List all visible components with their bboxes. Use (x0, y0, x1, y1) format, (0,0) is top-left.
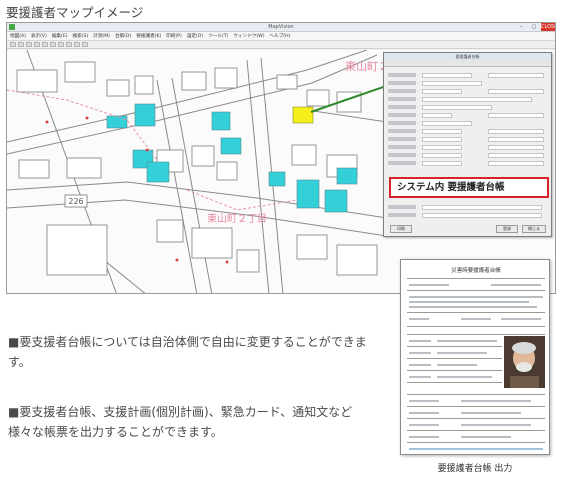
menu-item[interactable]: 印刷(P) (166, 32, 182, 40)
tool-button[interactable] (18, 42, 24, 47)
tool-button[interactable] (42, 42, 48, 47)
description-output-forms: ■要支援者台帳、支援計画(個別計画)、緊急カード、通知文など様々な帳票を出力する… (8, 402, 368, 442)
maximize-icon[interactable]: □ (528, 23, 540, 31)
menu-item[interactable]: 地図(A) (10, 32, 26, 40)
description-text: ■要支援者台帳、支援計画(個別計画)、緊急カード、通知文など様々な帳票を出力する… (8, 405, 353, 439)
minimize-icon[interactable]: – (515, 23, 527, 31)
print-button[interactable]: 印刷 (390, 225, 412, 233)
close-button[interactable]: CLOSE (541, 23, 555, 31)
menu-item[interactable]: ツール(T) (208, 32, 228, 40)
ledger-title: 災害時要援護者台帳 (451, 268, 501, 274)
menu-item[interactable]: 台帳(D) (115, 32, 131, 40)
menu-item[interactable]: 編集(E) (52, 32, 68, 40)
tool-button[interactable] (74, 42, 80, 47)
window-titlebar: MapVision – □ CLOSE (7, 23, 555, 32)
menu-bar: 地図(A) 表示(V) 編集(E) 検索(S) 計測(M) 台帳(D) 要援護者… (7, 32, 555, 41)
close-dialog-button[interactable]: 閉じる (522, 225, 546, 233)
route-number: 226 (68, 197, 83, 206)
highlighted-parcels[interactable] (106, 103, 358, 213)
dialog-tabs[interactable] (384, 60, 551, 67)
menu-item[interactable]: 要援護者(K) (136, 32, 161, 40)
tool-button[interactable] (34, 42, 40, 47)
resident-photo (504, 336, 545, 388)
toolbar (7, 41, 555, 49)
building-blocks (16, 61, 378, 276)
registration-dialog: 要援護者台帳 システム内 要援護者台帳 印刷 登録 閉じる (383, 52, 552, 237)
dialog-title: 要援護者台帳 (384, 53, 551, 60)
selected-parcel[interactable] (292, 106, 314, 124)
tool-button[interactable] (58, 42, 64, 47)
description-text: ■要支援者台帳については自治体側で自由に変更することができます。 (8, 335, 367, 369)
menu-item[interactable]: ヘルプ(H) (270, 32, 291, 40)
description-ledger-customizable: ■要支援者台帳については自治体側で自由に変更することができます。 (8, 332, 368, 372)
menu-item[interactable]: 検索(S) (73, 32, 89, 40)
window-title: MapVision (268, 24, 294, 30)
menu-item[interactable]: 設定(O) (187, 32, 203, 40)
tool-button[interactable] (50, 42, 56, 47)
tool-button[interactable] (10, 42, 16, 47)
menu-item[interactable]: 計測(M) (93, 32, 110, 40)
tool-button[interactable] (82, 42, 88, 47)
town-label-central: 東山町２丁目 (207, 212, 267, 225)
printed-ledger: 災害時要援護者台帳 (400, 259, 550, 455)
tool-button[interactable] (26, 42, 32, 47)
page-title: 要援護者マップイメージ (6, 5, 144, 20)
register-button[interactable]: 登録 (496, 225, 518, 233)
menu-item[interactable]: ウィンドウ(W) (233, 32, 264, 40)
tool-button[interactable] (66, 42, 72, 47)
menu-item[interactable]: 表示(V) (31, 32, 47, 40)
system-ledger-label: システム内 要援護者台帳 (389, 177, 549, 198)
ledger-caption: 要援護者台帳 出力 (437, 464, 513, 474)
